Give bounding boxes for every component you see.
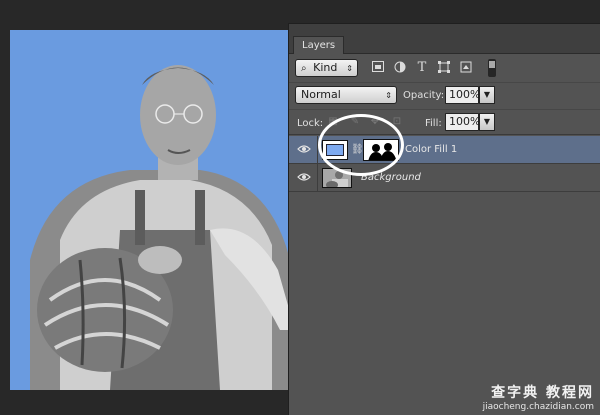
opacity-label: Opacity: [403, 90, 445, 101]
panel-tabbar: Layers [289, 24, 600, 54]
blend-mode-select[interactable]: Normal ⇕ [295, 86, 397, 104]
adjustment-filter-icon[interactable] [393, 61, 407, 74]
opacity-input[interactable]: 100% [445, 86, 480, 104]
blend-row: Normal ⇕ Opacity: 100% ▼ [289, 82, 600, 108]
layer-name[interactable]: Color Fill 1 [405, 144, 457, 155]
watermark: 查字典 教程网 jiaocheng.chazidian.com [483, 382, 594, 412]
divider [317, 164, 318, 191]
watermark-main: 查字典 教程网 [491, 385, 594, 401]
type-filter-icon[interactable]: T [415, 61, 429, 74]
eye-icon[interactable] [297, 171, 311, 183]
document-canvas[interactable] [0, 0, 290, 415]
search-icon: ⌕ [301, 63, 307, 74]
canvas-image[interactable] [10, 30, 290, 390]
eye-icon[interactable] [297, 143, 311, 155]
chevron-updown-icon: ⇕ [385, 91, 392, 100]
fill-input[interactable]: 100% [445, 113, 480, 131]
opacity-dropdown-button[interactable]: ▼ [479, 86, 495, 104]
smart-object-filter-icon[interactable] [459, 61, 473, 74]
chevron-updown-icon: ⇕ [346, 64, 353, 73]
fill-dropdown-button[interactable]: ▼ [479, 113, 495, 131]
shape-filter-icon[interactable] [437, 61, 451, 74]
man-with-squash-photo [10, 30, 290, 390]
watermark-url: jiaocheng.chazidian.com [482, 402, 594, 412]
tab-layers[interactable]: Layers [293, 36, 345, 54]
layers-panel: Layers ⌕ Kind ⇕ T Normal ⇕ Opacity: 100%… [288, 23, 600, 415]
fill-label: Fill: [425, 118, 442, 129]
highlight-circle-annotation [318, 114, 404, 176]
layer-filter-row: ⌕ Kind ⇕ T [289, 57, 600, 79]
kind-filter-select[interactable]: ⌕ Kind ⇕ [295, 59, 358, 77]
blend-mode-value: Normal [301, 88, 341, 101]
filter-toggle-switch[interactable] [488, 59, 496, 77]
kind-label: Kind [313, 61, 338, 74]
lock-label: Lock: [297, 118, 324, 129]
image-filter-icon[interactable] [371, 61, 385, 74]
